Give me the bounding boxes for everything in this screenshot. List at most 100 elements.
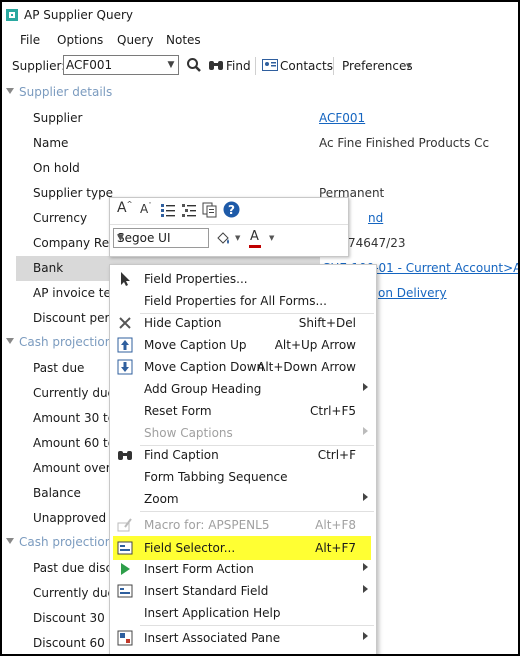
- menu-item-label: Move Caption Down: [144, 360, 265, 374]
- indent-icon[interactable]: [181, 203, 197, 218]
- window-title: AP Supplier Query: [24, 8, 133, 22]
- currency-link[interactable]: nd: [368, 211, 383, 225]
- collapse-icon[interactable]: [6, 88, 14, 94]
- menu-item-macro: Macro for: APSPENL5 Alt+F8: [110, 514, 376, 536]
- field-label: Past due: [33, 361, 85, 375]
- menu-options[interactable]: Options: [57, 33, 103, 47]
- menu-item-insert-application-help[interactable]: Insert Application Help: [110, 602, 376, 624]
- decrease-font-icon[interactable]: Aˇ: [140, 202, 152, 216]
- field-label: Supplier type: [33, 186, 114, 200]
- section-title: Cash projection: [19, 335, 113, 349]
- field-row: On hold: [2, 156, 518, 181]
- bullets-icon[interactable]: [160, 203, 176, 218]
- menu-item-form-tabbing-sequence[interactable]: Form Tabbing Sequence: [110, 466, 376, 488]
- field-label: Currency: [33, 211, 88, 225]
- menu-item-insert-associated-pane[interactable]: Insert Associated Pane: [110, 627, 376, 649]
- menu-item-label: Field Selector...: [144, 541, 236, 555]
- menu-item-label: Insert Associated Pane: [144, 631, 281, 645]
- field-label: Discount 30: [33, 611, 105, 625]
- font-family-select[interactable]: Segoe UI ▼: [113, 228, 209, 248]
- increase-font-icon[interactable]: A^: [117, 200, 132, 216]
- svg-text:?: ?: [228, 203, 235, 217]
- chevron-down-icon[interactable]: ▼: [117, 233, 207, 243]
- menu-item-shortcut: Alt+Up Arrow: [274, 338, 356, 352]
- chevron-down-icon[interactable]: ▼: [269, 234, 274, 242]
- menu-item-move-caption-up[interactable]: Move Caption Up Alt+Up Arrow: [110, 334, 376, 356]
- menu-item-field-properties-all[interactable]: Field Properties for All Forms...: [110, 290, 376, 312]
- menu-item-reset-form[interactable]: Reset Form Ctrl+F5: [110, 400, 376, 422]
- menu-item-insert-form-action[interactable]: Insert Form Action: [110, 558, 376, 580]
- field-label: Unapproved: [33, 511, 107, 525]
- toolbar-separator: [255, 57, 256, 75]
- field-label: Company Reg: [33, 236, 117, 250]
- menu-notes[interactable]: Notes: [166, 33, 201, 47]
- supplier-input[interactable]: ACF001 ▼: [63, 55, 179, 75]
- field-value: 74647/23: [348, 236, 406, 250]
- submenu-arrow-icon: [363, 383, 368, 391]
- chevron-down-icon[interactable]: ▼: [164, 56, 178, 74]
- menu-item-label: Macro for: APSPENL5: [144, 518, 270, 532]
- help-icon[interactable]: ?: [223, 201, 240, 218]
- field-label: Past due disc: [33, 561, 113, 575]
- menu-item-label: Reset Form: [144, 404, 212, 418]
- menu-item-show-captions: Show Captions: [110, 422, 376, 444]
- field-label: Discount 60: [33, 636, 105, 650]
- submenu-arrow-icon: [363, 632, 368, 640]
- menu-item-shortcut: Shift+Del: [298, 316, 356, 330]
- menu-item-shortcut: Alt+Down Arrow: [257, 360, 356, 374]
- pane-icon: [117, 630, 133, 646]
- supplier-label: Supplier:: [12, 59, 66, 73]
- menu-item-label: Field Properties...: [144, 272, 248, 286]
- fill-color-icon[interactable]: [215, 230, 231, 246]
- chevron-down-icon[interactable]: ▼: [235, 234, 240, 242]
- menu-item-move-caption-down[interactable]: Move Caption Down Alt+Down Arrow: [110, 356, 376, 378]
- search-icon[interactable]: [186, 57, 202, 73]
- menu-item-find-caption[interactable]: Find Caption Ctrl+F: [110, 444, 376, 466]
- mini-format-toolbar: A^ Aˇ ? Segoe UI ▼ ▼ A ▼: [109, 197, 349, 257]
- toolbar-divider: [110, 224, 348, 225]
- submenu-arrow-icon: [363, 563, 368, 571]
- menu-item-zoom[interactable]: Zoom: [110, 488, 376, 510]
- menu-item-hide-caption[interactable]: Hide Caption Shift+Del: [110, 312, 376, 334]
- font-color-icon[interactable]: A: [250, 229, 259, 244]
- field-label: Discount perc: [33, 311, 116, 325]
- arrow-up-icon: [117, 337, 133, 353]
- section-supplier-details[interactable]: Supplier details: [2, 82, 518, 104]
- menu-item-label: Insert Form Action: [144, 562, 254, 576]
- menu-item-insert-standard-field[interactable]: Insert Standard Field: [110, 580, 376, 602]
- collapse-icon[interactable]: [6, 538, 14, 544]
- menu-item-shortcut: Ctrl+F: [317, 448, 356, 462]
- menu-item-shortcut: Alt+F8: [315, 518, 356, 532]
- menu-item-add-group-heading[interactable]: Add Group Heading: [110, 378, 376, 400]
- field-value: Ac Fine Finished Products Cc: [319, 136, 490, 150]
- supplier-link[interactable]: ACF001: [319, 111, 365, 125]
- toolbar: Supplier: ACF001 ▼ Find Contacts Prefere…: [2, 52, 518, 80]
- menu-file[interactable]: File: [20, 33, 40, 47]
- section-title: Supplier details: [19, 85, 113, 99]
- menu-item-field-selector[interactable]: Field Selector... Alt+F7: [110, 536, 376, 560]
- menu-item-field-properties[interactable]: Field Properties...: [110, 268, 376, 290]
- collapse-icon[interactable]: [6, 338, 14, 344]
- field-row: Name Ac Fine Finished Products Cc: [2, 131, 518, 156]
- copy-format-icon[interactable]: [202, 202, 218, 218]
- menu-item-label: Move Caption Up: [144, 338, 247, 352]
- field-label: Amount over: [33, 461, 111, 475]
- menu-separator: [140, 511, 374, 512]
- field-label: Amount 30 to: [33, 411, 116, 425]
- menu-item-label: Show Captions: [144, 426, 233, 440]
- contacts-label: Contacts: [280, 59, 333, 73]
- field-label: AP invoice ter: [33, 286, 116, 300]
- section-title: Cash projection: [19, 535, 113, 549]
- app-icon: [6, 9, 18, 21]
- field-label: On hold: [33, 161, 80, 175]
- menu-item-label: Hide Caption: [144, 316, 222, 330]
- menu-item-label: Form Tabbing Sequence: [144, 470, 288, 484]
- terms-link[interactable]: on Delivery: [378, 286, 447, 300]
- find-label: Find: [226, 59, 251, 73]
- app-window: AP Supplier Query File Options Query Not…: [0, 0, 520, 656]
- field-label: Supplier: [33, 111, 83, 125]
- standard-field-icon: [117, 584, 133, 598]
- menu-query[interactable]: Query: [117, 33, 153, 47]
- font-color-swatch: [249, 245, 261, 248]
- field-label: Balance: [33, 486, 81, 500]
